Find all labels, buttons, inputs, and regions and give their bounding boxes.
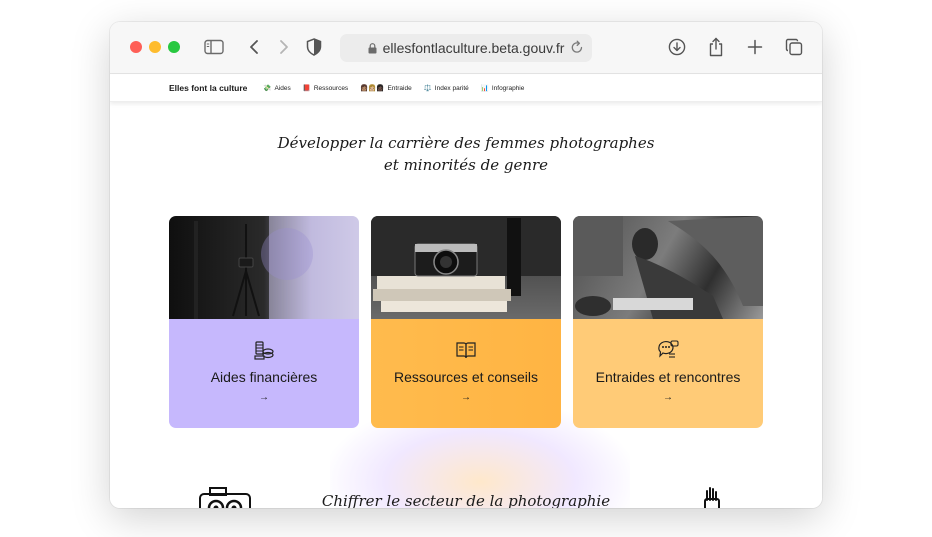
card-title: Entraides et rencontres: [595, 369, 741, 385]
money-icon: 💸: [263, 85, 272, 92]
nav-item-label: Entraide: [387, 84, 412, 92]
share-icon[interactable]: [705, 36, 727, 58]
new-tab-icon[interactable]: [744, 36, 766, 58]
book-icon: [455, 339, 477, 361]
nav-item-aides[interactable]: 💸 Aides: [263, 84, 291, 93]
nav-item-entraide[interactable]: 👩🏽👩🏼👩🏿 Entraide: [360, 84, 412, 93]
nav-item-index-parite[interactable]: ⚖️ Index parité: [423, 84, 469, 93]
browser-toolbar: ellesfontlaculture.beta.gouv.fr: [110, 22, 822, 74]
nav-item-label: Ressources: [313, 84, 349, 92]
nav-item-label: Index parité: [434, 84, 469, 92]
arrow-right-icon: →: [259, 392, 269, 403]
hero-tagline: Développer la carrière des femmes photog…: [110, 132, 822, 176]
card-ressources-conseils[interactable]: Ressources et conseils →: [371, 216, 561, 428]
browser-window: ellesfontlaculture.beta.gouv.fr Elles fo…: [110, 22, 822, 508]
sidebar-icon[interactable]: [203, 36, 225, 58]
address-bar[interactable]: ellesfontlaculture.beta.gouv.fr: [340, 34, 592, 62]
shield-icon[interactable]: [303, 36, 325, 58]
chat-icon: [657, 339, 679, 361]
chart-icon: 📊: [480, 85, 489, 92]
card-panel: Aides financières →: [169, 319, 359, 428]
card-title: Ressources et conseils: [394, 369, 538, 385]
card-panel: Entraides et rencontres →: [573, 319, 763, 428]
section-title-chiffrer: Chiffrer le secteur de la photographie: [321, 492, 611, 508]
address-url: ellesfontlaculture.beta.gouv.fr: [382, 40, 565, 56]
nav-item-label: Aides: [274, 84, 291, 92]
card-photo-studio: [169, 216, 359, 319]
card-photo-camera-books: [371, 216, 561, 319]
hero-line-2: et minorités de genre: [383, 156, 549, 174]
site-brand-link[interactable]: Elles font la culture: [169, 83, 247, 93]
women-icon: 👩🏽👩🏼👩🏿: [360, 85, 385, 92]
back-icon[interactable]: [243, 36, 265, 58]
site-header-nav: Elles font la culture 💸 Aides 📕 Ressourc…: [110, 75, 822, 102]
zoom-window-button[interactable]: [168, 41, 180, 53]
arrow-right-icon: →: [461, 392, 471, 403]
scales-icon: ⚖️: [423, 85, 432, 92]
tabs-icon[interactable]: [783, 36, 805, 58]
arrow-right-icon: →: [663, 392, 673, 403]
hero-line-1: Développer la carrière des femmes photog…: [277, 134, 655, 152]
book-icon: 📕: [302, 85, 311, 92]
card-aides-financieres[interactable]: Aides financières →: [169, 216, 359, 428]
close-window-button[interactable]: [130, 41, 142, 53]
coins-icon: [253, 339, 275, 361]
page-content: Développer la carrière des femmes photog…: [110, 102, 822, 508]
nav-item-infographie[interactable]: 📊 Infographie: [480, 84, 525, 93]
card-entraides-rencontres[interactable]: Entraides et rencontres →: [573, 216, 763, 428]
card-photo-people: [573, 216, 763, 319]
card-title: Aides financières: [210, 369, 318, 385]
nav-item-label: Infographie: [491, 84, 525, 92]
screenshot-stage: ellesfontlaculture.beta.gouv.fr Elles fo…: [0, 0, 932, 537]
card-panel: Ressources et conseils →: [371, 319, 561, 428]
minimize-window-button[interactable]: [149, 41, 161, 53]
nav-item-ressources[interactable]: 📕 Ressources: [302, 84, 349, 93]
lock-icon: [368, 42, 377, 54]
download-icon[interactable]: [666, 36, 688, 58]
reload-icon[interactable]: [570, 39, 584, 55]
forward-icon[interactable]: [273, 36, 295, 58]
